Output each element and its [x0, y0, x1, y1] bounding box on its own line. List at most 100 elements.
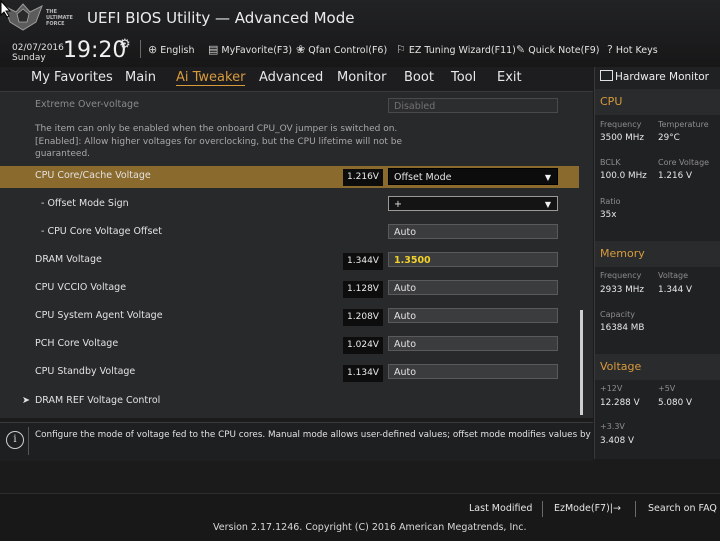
cpu-vccio-voltage-label: CPU VCCIO Voltage: [35, 282, 127, 293]
core-voltage-value: 1.216 V: [658, 171, 692, 181]
quick-note-button[interactable]: ✎ Quick Note(F9): [516, 43, 600, 56]
logo-text: THE ULTIMATE FORCE: [46, 9, 73, 27]
cpu-vccio-voltage-reading: 1.128V: [343, 281, 383, 298]
dram-voltage-input[interactable]: 1.3500: [388, 252, 558, 267]
cpu-core-voltage-mode-dropdown[interactable]: Offset Mode ▼: [388, 168, 558, 185]
tab-boot[interactable]: Boot: [404, 70, 434, 85]
header-divider: [140, 40, 141, 58]
v5-label: +5V: [658, 384, 676, 393]
cpu-temperature-value: 29°C: [658, 133, 680, 143]
hotkeys-icon: ?: [607, 43, 613, 56]
monitor-icon: [600, 70, 613, 81]
cpu-standby-voltage-label: CPU Standby Voltage: [35, 366, 136, 377]
cpu-frequency-label: Frequency: [600, 120, 642, 129]
myfavorite-button[interactable]: ▤ MyFavorite(F3): [208, 43, 292, 56]
hardware-monitor-panel: Hardware Monitor CPU Frequency Temperatu…: [594, 67, 720, 459]
qfan-control-button[interactable]: ❀ Qfan Control(F6): [296, 43, 387, 56]
myfavorite-label: MyFavorite(F3): [221, 45, 293, 56]
qfan-label: Qfan Control(F6): [308, 45, 388, 56]
footer-divider: [542, 501, 543, 517]
gear-icon[interactable]: ⚙: [119, 37, 131, 52]
dropdown-value: +: [394, 199, 402, 210]
memory-voltage-label: Voltage: [658, 271, 689, 280]
cpu-system-agent-voltage-reading: 1.208V: [343, 309, 383, 326]
cpu-vccio-voltage-input[interactable]: Auto: [388, 280, 558, 295]
ezmode-button[interactable]: EzMode(F7)|→: [554, 503, 621, 514]
last-modified-button[interactable]: Last Modified: [469, 503, 532, 514]
cpu-core-cache-voltage-label: CPU Core/Cache Voltage: [35, 170, 151, 181]
cpu-standby-voltage-reading: 1.134V: [343, 365, 383, 382]
date-display: 02/07/2016 Sunday: [12, 43, 64, 63]
chevron-down-icon: ▼: [544, 200, 551, 209]
tab-tool[interactable]: Tool: [451, 70, 476, 85]
memory-frequency-value: 2933 MHz: [600, 285, 645, 295]
submenu-label: DRAM REF Voltage Control: [34, 395, 161, 406]
extreme-overvoltage-field: Disabled: [388, 98, 558, 113]
offset-mode-sign-dropdown[interactable]: + ▼: [388, 196, 558, 211]
clock-time[interactable]: 19:20: [63, 38, 126, 63]
dropdown-value: Offset Mode: [394, 172, 452, 183]
v33-label: +3.3V: [600, 422, 625, 431]
v12-value: 12.288 V: [600, 398, 640, 408]
ratio-value: 35x: [600, 210, 617, 220]
pch-core-voltage-label: PCH Core Voltage: [35, 338, 119, 349]
tab-monitor[interactable]: Monitor: [337, 70, 386, 85]
info-line-1: The item can only be enabled when the on…: [35, 124, 398, 134]
cpu-standby-voltage-input[interactable]: Auto: [388, 364, 558, 379]
scrollbar[interactable]: [580, 310, 583, 415]
header: THE ULTIMATE FORCE UEFI BIOS Utility — A…: [0, 0, 720, 67]
dram-voltage-label: DRAM Voltage: [35, 254, 102, 265]
tab-my-favorites[interactable]: My Favorites: [31, 70, 113, 85]
help-text: Configure the mode of voltage fed to the…: [35, 430, 618, 440]
tab-advanced[interactable]: Advanced: [259, 70, 323, 85]
memory-voltage-value: 1.344 V: [658, 285, 692, 295]
tab-ai-tweaker[interactable]: Ai Tweaker: [176, 70, 246, 86]
date-text: 02/07/2016: [12, 43, 64, 53]
bclk-label: BCLK: [600, 158, 621, 167]
offset-mode-sign-label: - Offset Mode Sign: [41, 198, 129, 209]
pch-core-voltage-reading: 1.024V: [343, 337, 383, 354]
cpu-system-agent-voltage-input[interactable]: Auto: [388, 308, 558, 323]
voltage-heading: Voltage: [600, 360, 642, 373]
memory-heading: Memory: [600, 247, 645, 260]
language-button[interactable]: ⊕ English: [148, 43, 195, 56]
v12-label: +12V: [600, 384, 623, 393]
extreme-overvoltage-info: The item can only be enabled when the on…: [35, 123, 415, 161]
cpu-core-voltage-offset-input[interactable]: Auto: [388, 224, 558, 239]
search-faq-button[interactable]: Search on FAQ: [648, 503, 717, 514]
hot-keys-button[interactable]: ? Hot Keys: [607, 43, 658, 56]
v5-value: 5.080 V: [658, 398, 692, 408]
chevron-down-icon: ▼: [544, 173, 551, 182]
cpu-core-voltage-reading: 1.216V: [343, 169, 383, 186]
memory-frequency-label: Frequency: [600, 271, 642, 280]
quick-note-label: Quick Note(F9): [528, 45, 600, 56]
tab-main[interactable]: Main: [125, 70, 156, 85]
day-text: Sunday: [12, 53, 46, 63]
cpu-frequency-value: 3500 MHz: [600, 133, 645, 143]
footer: Last Modified EzMode(F7)|→ Search on FAQ…: [0, 493, 720, 541]
extreme-overvoltage-label: Extreme Over-voltage: [35, 99, 139, 110]
favorite-icon: ▤: [208, 43, 219, 56]
info-line-2: [Enabled]: Allow higher voltages for ove…: [35, 136, 403, 160]
footer-divider: [635, 501, 636, 517]
help-bar: i Configure the mode of voltage fed to t…: [0, 422, 617, 461]
ez-tuning-label: EZ Tuning Wizard(F11): [408, 45, 516, 56]
v33-value: 3.408 V: [600, 436, 634, 446]
language-label: English: [160, 45, 195, 56]
ez-tuning-wizard-button[interactable]: ⚐ EZ Tuning Wizard(F11): [396, 43, 516, 56]
dram-ref-voltage-control-submenu[interactable]: ➤ DRAM REF Voltage Control: [22, 395, 160, 406]
capacity-label: Capacity: [600, 310, 635, 319]
cpu-temperature-label: Temperature: [658, 120, 709, 129]
info-icon: i: [6, 431, 24, 449]
help-divider: [28, 427, 29, 455]
pch-core-voltage-input[interactable]: Auto: [388, 336, 558, 351]
version-text: Version 2.17.1246. Copyright (C) 2016 Am…: [213, 522, 527, 533]
main-menu-bar: My Favorites Main Ai Tweaker Advanced Mo…: [0, 67, 593, 92]
tab-exit[interactable]: Exit: [497, 70, 522, 85]
ratio-label: Ratio: [600, 197, 621, 206]
wizard-icon: ⚐: [396, 43, 406, 56]
chevron-right-icon: ➤: [22, 395, 30, 406]
tuf-logo: THE ULTIMATE FORCE: [0, 0, 84, 38]
app-title: UEFI BIOS Utility — Advanced Mode: [87, 9, 355, 27]
fan-icon: ❀: [296, 43, 306, 56]
